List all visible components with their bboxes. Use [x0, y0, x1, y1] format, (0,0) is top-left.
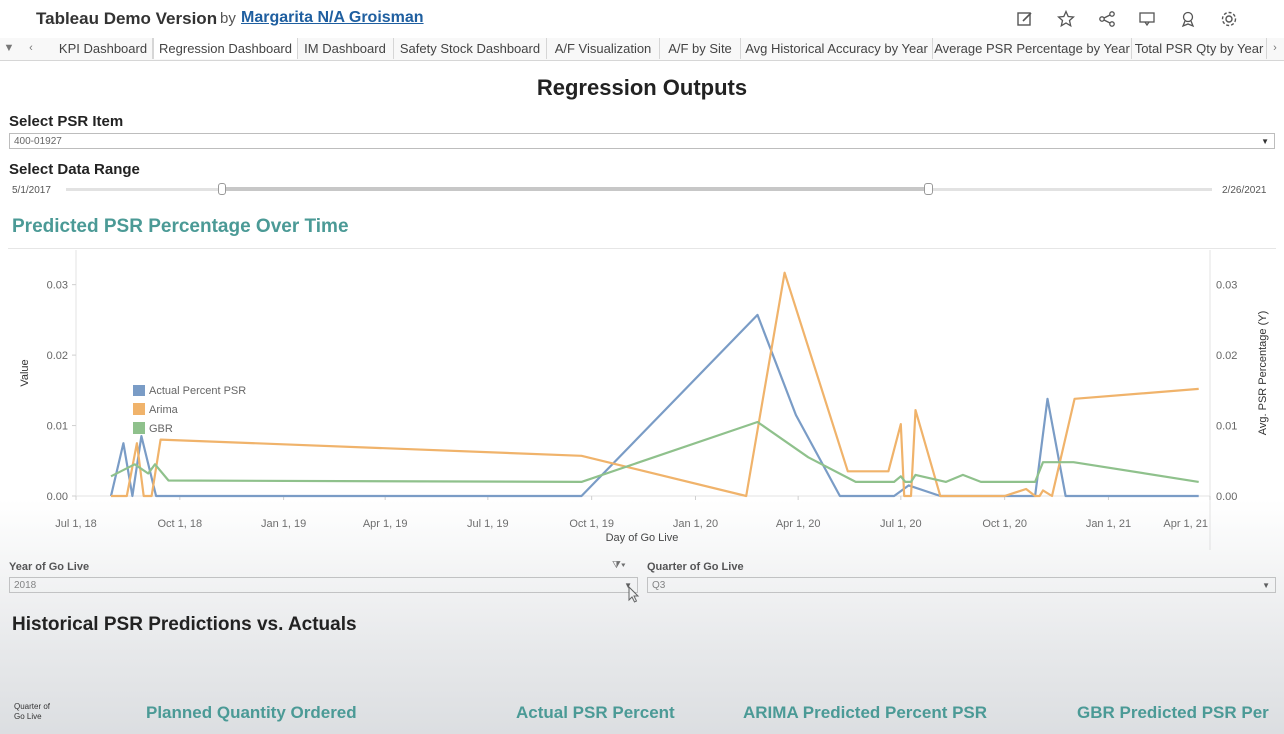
- tab-scroll-left-icon[interactable]: ‹: [22, 38, 40, 59]
- column-header-planned-quantity[interactable]: Planned Quantity Ordered: [146, 703, 357, 723]
- legend-label: Actual Percent PSR: [149, 385, 246, 397]
- range-slider-start-handle[interactable]: [217, 183, 226, 195]
- data-range-label: Select Data Range: [9, 161, 140, 178]
- quarter-filter-label: Quarter of Go Live: [647, 561, 744, 573]
- y-tick-label-right: 0.01: [1216, 421, 1237, 433]
- range-slider-selection: [221, 187, 928, 191]
- y-tick-label-right: 0.03: [1216, 280, 1237, 292]
- y-tick-label: 0.01: [47, 421, 68, 433]
- column-header-arima-predicted[interactable]: ARIMA Predicted Percent PSR: [743, 703, 987, 723]
- year-filter-value: 2018: [14, 580, 37, 591]
- author-link[interactable]: Margarita N/A Groisman: [241, 9, 424, 27]
- tab-af-visualization[interactable]: A/F Visualization: [547, 38, 660, 59]
- tab-safety-stock-dashboard[interactable]: Safety Stock Dashboard: [394, 38, 547, 59]
- x-tick-label: Jan 1, 19: [261, 518, 306, 530]
- x-tick-label: Apr 1, 19: [363, 518, 408, 530]
- year-filter-select[interactable]: 2018 ▼: [9, 577, 638, 593]
- tab-avg-historical-accuracy[interactable]: Avg Historical Accuracy by Year: [741, 38, 933, 59]
- legend-label: GBR: [149, 423, 173, 435]
- tab-af-by-site[interactable]: A/F by Site: [660, 38, 741, 59]
- y-axis-right-title: Avg. PSR Percentage (Y): [1257, 311, 1269, 436]
- tab-scroll-right-icon[interactable]: ›: [1266, 38, 1284, 59]
- x-tick-label: Jul 1, 18: [55, 518, 97, 530]
- legend-swatch: [133, 384, 145, 396]
- x-tick-label: Oct 1, 20: [982, 518, 1027, 530]
- tab-menu-icon[interactable]: ▼: [0, 38, 18, 59]
- page-title: Regression Outputs: [536, 75, 748, 100]
- tab-average-psr-percentage[interactable]: Average PSR Percentage by Year: [933, 38, 1132, 59]
- psr-item-value: 400-01927: [14, 136, 62, 147]
- legend-swatch: [133, 422, 145, 434]
- y-tick-label: 0.02: [47, 350, 68, 362]
- column-header-actual-psr[interactable]: Actual PSR Percent: [516, 703, 675, 723]
- quarter-filter-select[interactable]: Q3 ▼: [647, 577, 1276, 593]
- psr-item-label: Select PSR Item: [9, 113, 124, 130]
- chart-legend: Actual Percent PSR Arima GBR: [120, 370, 280, 435]
- x-tick-label: Jan 1, 21: [1086, 518, 1131, 530]
- comment-icon[interactable]: [1135, 8, 1159, 30]
- gear-icon[interactable]: [1217, 8, 1241, 30]
- top-bar: Tableau Demo Version by Margarita N/A Gr…: [0, 0, 1284, 38]
- mouse-cursor-icon: [628, 586, 640, 603]
- y-tick-label-right: 0.00: [1216, 491, 1237, 503]
- workbook-title: Tableau Demo Version: [36, 9, 218, 28]
- x-tick-label: Apr 1, 20: [776, 518, 821, 530]
- tab-kpi-dashboard[interactable]: KPI Dashboard: [54, 38, 153, 59]
- by-label: by: [220, 10, 236, 27]
- dashboard-tab-bar: ▼ ‹ KPI Dashboard Regression Dashboard I…: [0, 38, 1284, 61]
- psr-item-select[interactable]: 400-01927 ▼: [9, 133, 1275, 149]
- x-tick-label: Oct 1, 18: [157, 518, 202, 530]
- year-filter-label: Year of Go Live: [9, 561, 90, 573]
- range-start-label: 5/1/2017: [12, 185, 51, 196]
- tab-total-psr-qty[interactable]: Total PSR Qty by Year: [1132, 38, 1267, 59]
- x-tick-label: Jul 1, 20: [880, 518, 922, 530]
- y-tick-label-right: 0.02: [1216, 350, 1237, 362]
- share-icon[interactable]: [1095, 8, 1119, 30]
- line-chart[interactable]: Jul 1, 18 Oct 1, 18 Jan 1, 19 Apr 1, 19 Jul …: [0, 250, 1284, 560]
- x-axis-title: Day of Go Live: [606, 532, 679, 544]
- quarter-filter-value: Q3: [652, 580, 666, 591]
- range-end-label: 2/26/2021: [1222, 185, 1267, 196]
- tab-regression-dashboard[interactable]: Regression Dashboard: [153, 38, 298, 59]
- chart-title: Predicted PSR Percentage Over Time: [12, 216, 349, 237]
- legend-clip: [120, 370, 280, 385]
- historical-section-title: Historical PSR Predictions vs. Actuals: [12, 614, 357, 635]
- badge-icon[interactable]: [1176, 8, 1200, 30]
- x-tick-label: Jan 1, 20: [673, 518, 718, 530]
- series-line-actual-percent-psr: [109, 313, 1199, 498]
- star-icon[interactable]: [1054, 8, 1078, 30]
- filter-icon[interactable]: ⧩▾: [612, 560, 626, 571]
- x-tick-label: Jul 1, 19: [467, 518, 509, 530]
- edit-icon[interactable]: [1013, 8, 1037, 30]
- y-axis-title: Value: [19, 359, 31, 386]
- quarter-row-header: Quarter of Go Live: [14, 702, 51, 721]
- chevron-down-icon: ▼: [1262, 581, 1270, 590]
- x-tick-label: Oct 1, 19: [569, 518, 614, 530]
- x-tick-label: Apr 1, 21: [1163, 518, 1208, 530]
- range-slider-end-handle[interactable]: [923, 183, 933, 195]
- legend-swatch: [133, 403, 145, 415]
- chevron-down-icon: ▼: [1261, 137, 1269, 146]
- legend-label: Arima: [149, 404, 179, 416]
- column-header-gbr-predicted[interactable]: GBR Predicted PSR Per: [1077, 703, 1269, 723]
- y-tick-label: 0.00: [47, 491, 68, 503]
- y-tick-label: 0.03: [47, 280, 68, 292]
- tab-im-dashboard[interactable]: IM Dashboard: [297, 38, 394, 59]
- chart-top-rule: [8, 248, 1276, 249]
